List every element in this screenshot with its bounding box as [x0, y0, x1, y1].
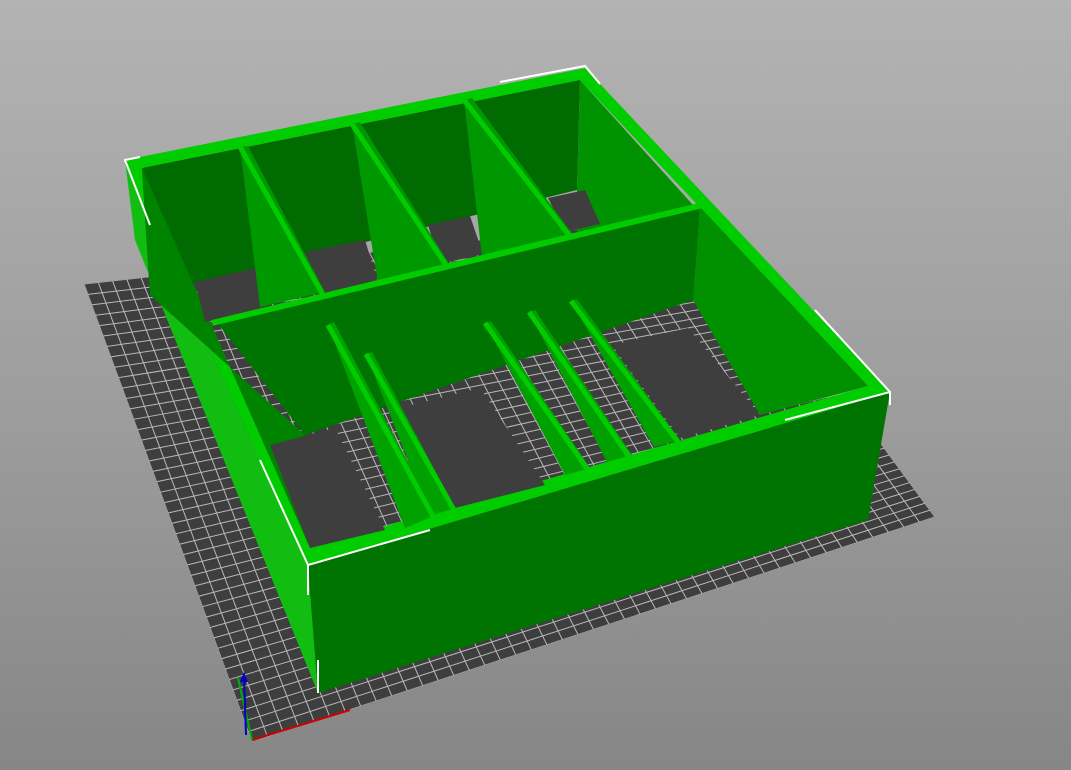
3d-viewport[interactable]: [0, 0, 1071, 770]
scene-canvas[interactable]: [0, 0, 1071, 770]
